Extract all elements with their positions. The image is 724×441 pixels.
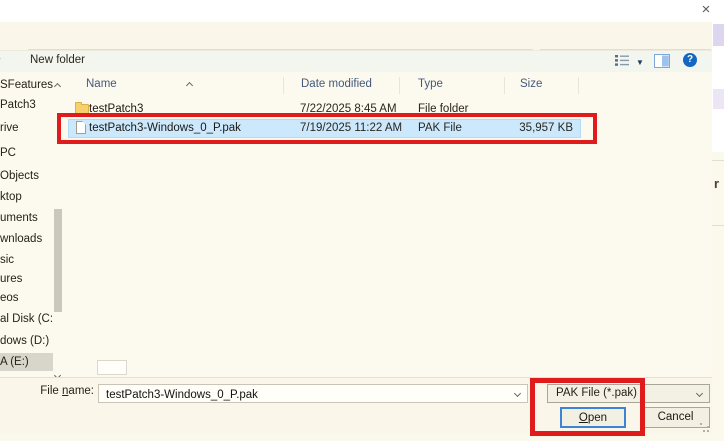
file-name-input[interactable] xyxy=(104,386,508,403)
sort-ascending-icon xyxy=(187,79,192,91)
column-header-type[interactable]: Type xyxy=(418,78,443,90)
preview-pane-icon xyxy=(654,54,670,68)
sidebar-item-label: rive xyxy=(0,122,19,134)
chevron-down-icon xyxy=(696,390,703,397)
sidebar-item-label: ktop xyxy=(0,191,22,203)
sidebar-item-label: Patch3 xyxy=(0,99,36,111)
sidebar-item-label: ures xyxy=(0,273,22,285)
sidebar-item-label: sic xyxy=(0,254,14,266)
column-divider[interactable] xyxy=(504,77,505,94)
sidebar-item-label: dows (D:) xyxy=(0,335,49,347)
column-header-date[interactable]: Date modified xyxy=(301,78,372,90)
annotation-box-selected-file xyxy=(57,113,597,144)
open-file-dialog: × › ↑ : Project With Patch ↻ xyxy=(0,0,712,434)
background-divider xyxy=(712,160,724,161)
change-view-button[interactable]: ▼ xyxy=(615,54,645,70)
background-white-area xyxy=(712,0,724,152)
chevron-down-icon[interactable] xyxy=(514,390,521,397)
sidebar-item-selected[interactable]: A (E:) xyxy=(0,353,53,371)
sidebar-item-label: PC xyxy=(0,147,16,159)
help-button[interactable]: ? xyxy=(683,53,697,67)
sidebar-item[interactable]: wnloads xyxy=(0,230,53,248)
sidebar-item[interactable]: Objects xyxy=(0,167,53,185)
background-highlight-block xyxy=(713,24,724,46)
background-divider xyxy=(712,225,724,226)
sidebar-item[interactable]: al Disk (C:) xyxy=(0,310,53,328)
sidebar-item[interactable]: PC xyxy=(0,144,53,162)
column-header-size[interactable]: Size xyxy=(520,78,542,90)
background-highlight-block xyxy=(713,89,724,109)
annotation-box-open-button xyxy=(530,378,645,436)
scrollbar-thumb[interactable] xyxy=(54,209,62,312)
sidebar-item[interactable]: rive xyxy=(0,119,53,137)
preview-pane-button[interactable] xyxy=(654,54,670,68)
sidebar-item[interactable]: ures xyxy=(0,270,53,288)
sidebar-item-label: uments xyxy=(0,212,38,224)
screen: r × › ↑ : Project With Patch xyxy=(0,0,724,441)
sidebar-item[interactable]: eos xyxy=(0,289,53,307)
new-folder-button[interactable]: New folder xyxy=(30,54,85,66)
sidebar-item-label: al Disk (C:) xyxy=(0,313,53,325)
navigation-bar: › ↑ : Project With Patch ↻ xyxy=(0,22,712,50)
sidebar-item-label: eos xyxy=(0,292,19,304)
column-header-name[interactable]: Name xyxy=(86,78,117,90)
background-window-strip: r xyxy=(712,0,724,441)
file-name-combobox[interactable] xyxy=(98,384,528,403)
resize-grip[interactable] xyxy=(700,423,710,433)
ui-artifact-box xyxy=(97,360,127,375)
background-stray-text: r xyxy=(714,176,719,191)
column-divider[interactable] xyxy=(283,77,284,94)
column-divider[interactable] xyxy=(578,77,579,94)
sidebar-item[interactable]: uments xyxy=(0,209,53,227)
sidebar-item[interactable]: Patch3 xyxy=(0,96,53,114)
organize-menu-partial-icon[interactable]: ▾ xyxy=(0,55,1,66)
file-name-label: File name: xyxy=(36,385,94,397)
sidebar-item[interactable]: ktop xyxy=(0,188,53,206)
sidebar-item-label: SFeaturesTer xyxy=(0,79,53,91)
command-toolbar: ▾ New folder ▼ ? xyxy=(0,50,712,73)
navigation-sidebar: SFeaturesTer Patch3 rive PC Objects ktop… xyxy=(0,72,63,377)
title-bar: × xyxy=(0,0,712,22)
close-icon[interactable]: × xyxy=(697,0,715,20)
chevron-down-icon: ▼ xyxy=(636,58,644,67)
sidebar-item[interactable]: sic xyxy=(0,251,53,269)
sidebar-item[interactable]: SFeaturesTer xyxy=(0,76,53,94)
sidebar-item[interactable]: dows (D:) xyxy=(0,332,53,350)
sidebar-item-label: A (E:) xyxy=(0,356,29,368)
sidebar-item-label: wnloads xyxy=(0,233,42,245)
sidebar-item-label: Objects xyxy=(0,170,39,182)
column-divider[interactable] xyxy=(399,77,400,94)
details-view-icon xyxy=(615,54,629,67)
